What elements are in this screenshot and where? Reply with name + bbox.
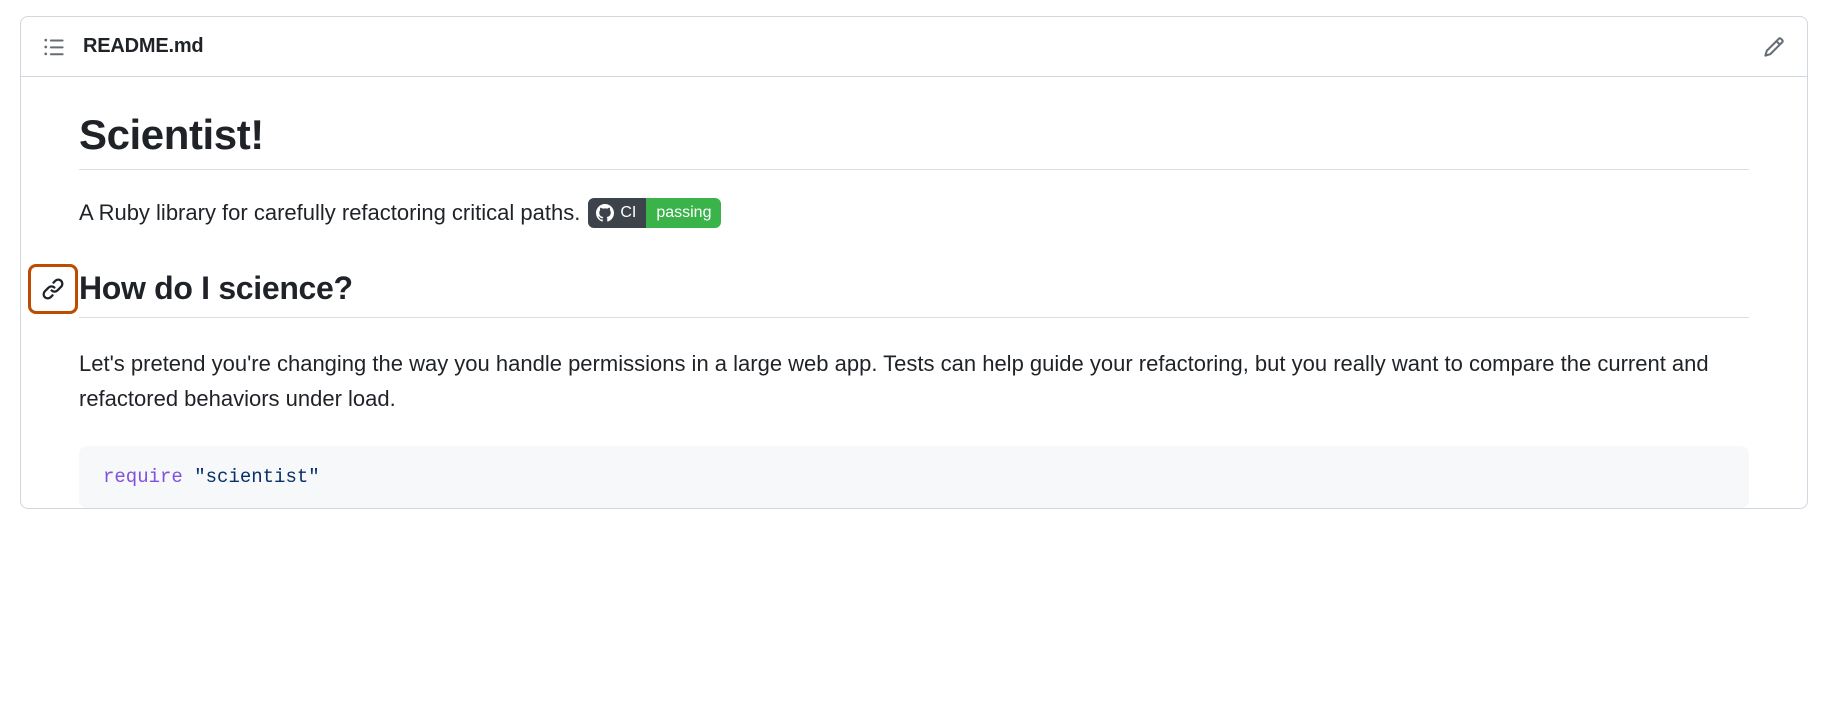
link-icon: [41, 277, 65, 301]
table-of-contents-button[interactable]: [43, 36, 65, 58]
list-unordered-icon: [43, 36, 65, 58]
pencil-icon: [1763, 36, 1785, 58]
code-block: require "scientist": [79, 446, 1749, 508]
section-heading: How do I science?: [79, 270, 1749, 307]
section-paragraph: Let's pretend you're changing the way yo…: [79, 346, 1749, 416]
code-string: "scientist": [194, 466, 319, 488]
badge-label: CI: [620, 198, 636, 228]
badge-status: passing: [646, 198, 721, 228]
readme-filename[interactable]: README.md: [83, 35, 203, 58]
subtitle-text: A Ruby library for carefully refactoring…: [79, 200, 580, 226]
ci-status-badge[interactable]: CI passing: [588, 198, 721, 228]
code-space: [183, 466, 194, 488]
github-icon: [596, 204, 614, 222]
readme-body: Scientist! A Ruby library for carefully …: [21, 77, 1807, 508]
readme-panel: README.md Scientist! A Ruby library for …: [20, 16, 1808, 509]
heading-anchor-link[interactable]: [28, 264, 78, 314]
edit-button[interactable]: [1763, 36, 1785, 58]
code-keyword: require: [103, 466, 183, 488]
page-title: Scientist!: [79, 111, 1749, 170]
readme-header: README.md: [21, 17, 1807, 77]
